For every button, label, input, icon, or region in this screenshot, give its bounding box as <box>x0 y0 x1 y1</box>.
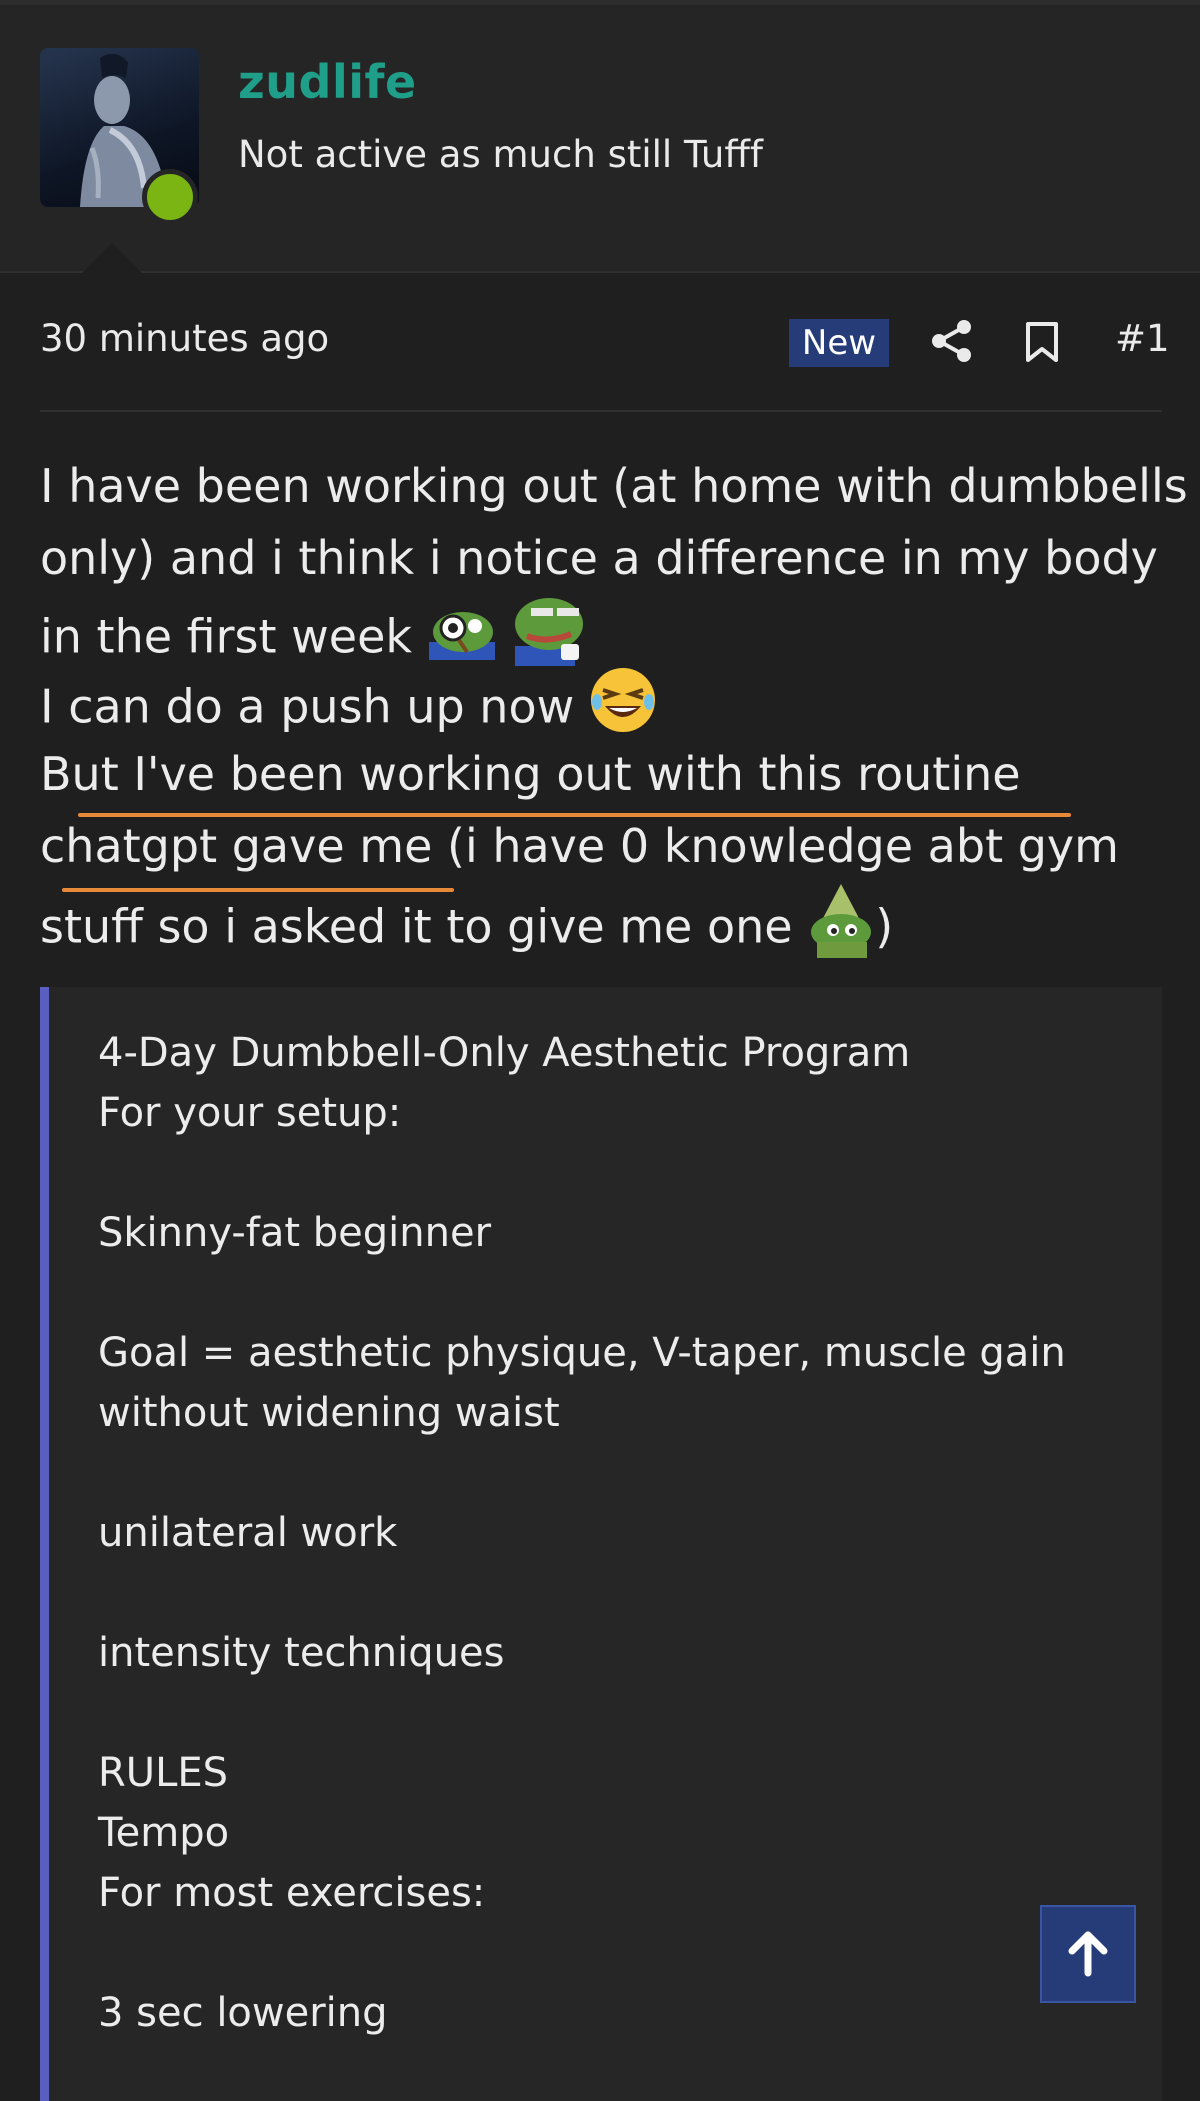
post-line: I have been working out (at home with du… <box>40 459 1188 513</box>
quote-block: 4-Day Dumbbell-Only Aesthetic Program For… <box>40 987 1162 2101</box>
bookmark-icon[interactable] <box>1024 321 1060 363</box>
post-body: I have been working out (at home with du… <box>40 450 1188 958</box>
quote-line: Skinny-fat beginner <box>98 1210 492 1256</box>
quote-line: Tempo <box>98 1810 230 1856</box>
quote-text: 4-Day Dumbbell-Only Aesthetic Program For… <box>98 1023 1066 2043</box>
quote-line: For most exercises: <box>98 1870 486 1916</box>
quote-line: intensity techniques <box>98 1630 505 1676</box>
post-line-text: I can do a push up now <box>40 679 575 734</box>
quote-line <box>98 1923 1066 1983</box>
user-title: Not active as much still Tufff <box>238 133 763 176</box>
quote-line: Goal = aesthetic physique, V-taper, musc… <box>98 1330 1066 1376</box>
header-pointer <box>80 243 144 275</box>
post-line-text: stuff so i asked it to give me one <box>40 899 793 954</box>
meta-divider <box>40 410 1162 412</box>
author-header: zudlife Not active as much still Tufff <box>0 5 1200 275</box>
post-timestamp[interactable]: 30 minutes ago <box>40 317 329 360</box>
post-line: I can do a push up now <box>40 666 1180 738</box>
quote-line: unilateral work <box>98 1510 398 1556</box>
post-line-text: ) <box>875 899 894 954</box>
post-line: stuff so i asked it to give me one ) <box>40 882 1180 958</box>
post-line: chatgpt gave me (i have 0 knowledge abt … <box>40 819 1119 873</box>
post-meta: 30 minutes ago New #1 <box>40 313 1170 373</box>
online-status-indicator <box>142 169 198 225</box>
quote-line: For your setup: <box>98 1090 402 1136</box>
post-number-link[interactable]: #1 <box>1115 317 1170 360</box>
quote-line: RULES <box>98 1750 229 1796</box>
post-line: in the first week <box>40 594 1180 666</box>
quote-line <box>98 1683 1066 1743</box>
quote-line <box>98 1563 1066 1623</box>
post-line: only) and i think i notice a difference … <box>40 531 1158 585</box>
quote-line <box>98 1443 1066 1503</box>
quote-line: without widening waist <box>98 1390 560 1436</box>
arrow-up-icon <box>1068 1931 1108 1977</box>
share-icon[interactable] <box>930 319 974 363</box>
username-link[interactable]: zudlife <box>238 55 417 109</box>
quote-line <box>98 1143 1066 1203</box>
annotation-underline <box>78 813 1071 817</box>
annotation-underline <box>62 888 454 892</box>
pepe-gnome-emoji-icon <box>807 882 875 978</box>
quote-line: 3 sec lowering <box>98 1990 388 2036</box>
new-badge: New <box>789 319 889 367</box>
quote-line <box>98 1263 1066 1323</box>
post-line: But I've been working out with this rout… <box>40 747 1021 801</box>
quote-line: 4-Day Dumbbell-Only Aesthetic Program <box>98 1030 911 1076</box>
post-line-text: in the first week <box>40 609 413 664</box>
scroll-to-top-button[interactable] <box>1040 1905 1136 2003</box>
avatar[interactable] <box>40 48 199 225</box>
